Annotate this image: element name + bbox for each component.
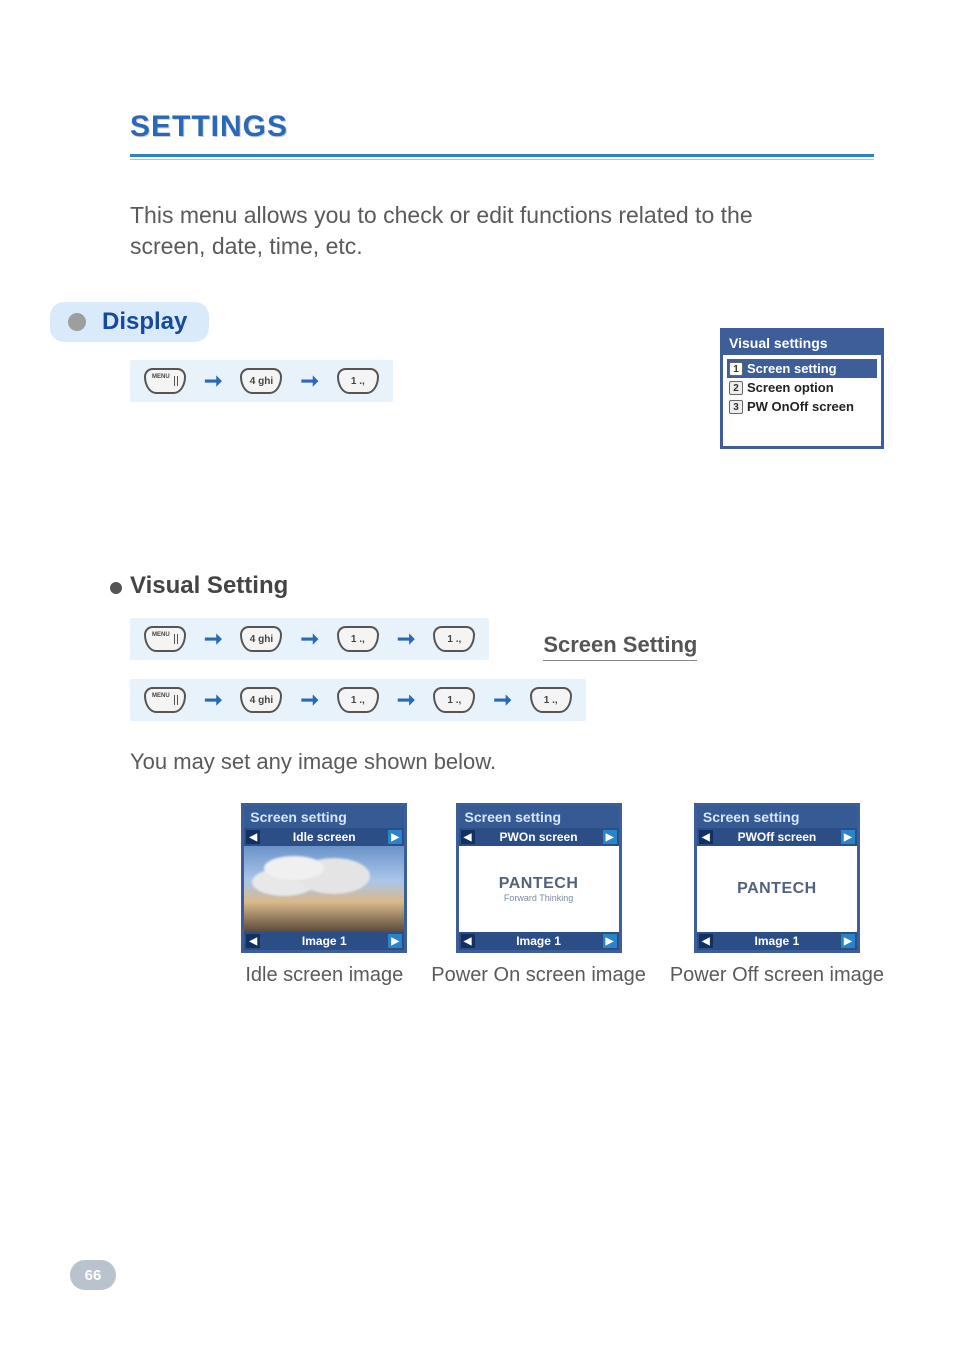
tile-caption: Idle screen image [245, 963, 403, 988]
menu-item-label: Screen setting [747, 361, 837, 376]
menu-number-badge: 1 [729, 362, 743, 376]
bullet-dot-icon [68, 313, 86, 331]
key-menu [144, 368, 186, 394]
tile-image-preview: PANTECH Forward Thinking [459, 846, 619, 932]
page-title: SETTINGS [130, 110, 874, 144]
menu-item-label: PW OnOff screen [747, 399, 854, 414]
arrow-right-icon: ➞ [204, 368, 222, 394]
menu-item-label: Screen option [747, 380, 834, 395]
title-rule [130, 154, 874, 157]
subsection-heading-visual-setting: Visual Setting [130, 572, 288, 599]
key-4: 4 ghi [240, 368, 282, 394]
chevron-right-icon[interactable]: ▶ [603, 830, 617, 844]
menu-number-badge: 2 [729, 381, 743, 395]
key-4: 4 ghi [240, 687, 282, 713]
chevron-right-icon[interactable]: ▶ [841, 934, 855, 948]
body-text: You may set any image shown below. [130, 749, 874, 775]
page-number: 66 [70, 1260, 116, 1290]
tile-tab-label: PWOff screen [738, 830, 817, 844]
tile-caption: Power On screen image [431, 963, 646, 988]
intro-text: This menu allows you to check or edit fu… [130, 200, 810, 262]
arrow-right-icon: ➞ [397, 687, 415, 713]
key-menu [144, 626, 186, 652]
bullet-dot-icon [110, 582, 122, 594]
arrow-right-icon: ➞ [300, 687, 318, 713]
arrow-right-icon: ➞ [493, 687, 511, 713]
chevron-left-icon[interactable]: ◀ [699, 934, 713, 948]
key-1: 1 ., [337, 368, 379, 394]
brand-tagline: Forward Thinking [499, 893, 579, 903]
tile-footer-label: Image 1 [302, 934, 347, 948]
key-1: 1 ., [433, 626, 475, 652]
tile-tab-label: PWOn screen [500, 830, 578, 844]
arrow-right-icon: ➞ [397, 626, 415, 652]
phone-menu-item[interactable]: 2 Screen option [727, 378, 877, 397]
chevron-left-icon[interactable]: ◀ [699, 830, 713, 844]
key-sequence-screen-setting: ➞ 4 ghi ➞ 1 ., ➞ 1 ., ➞ 1 ., [130, 679, 586, 721]
key-1: 1 ., [337, 687, 379, 713]
chevron-left-icon[interactable]: ◀ [246, 830, 260, 844]
key-1: 1 ., [433, 687, 475, 713]
screenshot-tile-pwon: Screen setting ◀ PWOn screen ▶ PANTECH F… [431, 803, 646, 988]
tile-image-preview [244, 846, 404, 932]
phone-menu-item[interactable]: 1 Screen setting [727, 359, 877, 378]
chevron-right-icon[interactable]: ▶ [603, 934, 617, 948]
screenshot-tile-idle: Screen setting ◀ Idle screen ▶ ◀ Image 1… [241, 803, 407, 988]
phone-menu-item[interactable]: 3 PW OnOff screen [727, 397, 877, 416]
key-sequence-display: ➞ 4 ghi ➞ 1 ., [130, 360, 393, 402]
phone-screenshot-visual-settings: Visual settings 1 Screen setting 2 Scree… [720, 328, 884, 449]
screenshot-tile-pwoff: Screen setting ◀ PWOff screen ▶ PANTECH … [670, 803, 884, 988]
arrow-right-icon: ➞ [204, 687, 222, 713]
subsubsection-heading-screen-setting: Screen Setting [543, 632, 697, 661]
tile-caption: Power Off screen image [670, 963, 884, 988]
key-1: 1 ., [337, 626, 379, 652]
key-menu [144, 687, 186, 713]
brand-logo-text: PANTECH [499, 875, 579, 893]
chevron-right-icon[interactable]: ▶ [388, 934, 402, 948]
arrow-right-icon: ➞ [300, 626, 318, 652]
brand-logo-text: PANTECH [737, 880, 817, 898]
chevron-left-icon[interactable]: ◀ [461, 934, 475, 948]
menu-number-badge: 3 [729, 400, 743, 414]
section-heading-label: Display [102, 308, 187, 335]
tile-title: Screen setting [459, 806, 619, 828]
arrow-right-icon: ➞ [204, 626, 222, 652]
tile-footer-label: Image 1 [516, 934, 561, 948]
key-1: 1 ., [530, 687, 572, 713]
chevron-left-icon[interactable]: ◀ [246, 934, 260, 948]
section-heading-display: Display [50, 302, 209, 342]
phone-menu-list: 1 Screen setting 2 Screen option 3 PW On… [723, 355, 881, 446]
phone-title: Visual settings [723, 331, 881, 355]
chevron-right-icon[interactable]: ▶ [841, 830, 855, 844]
key-4: 4 ghi [240, 626, 282, 652]
chevron-right-icon[interactable]: ▶ [388, 830, 402, 844]
tile-image-preview: PANTECH [697, 846, 857, 932]
arrow-right-icon: ➞ [300, 368, 318, 394]
tile-title: Screen setting [244, 806, 404, 828]
tile-title: Screen setting [697, 806, 857, 828]
title-rule-thin [130, 159, 874, 160]
tile-footer-label: Image 1 [755, 934, 800, 948]
chevron-left-icon[interactable]: ◀ [461, 830, 475, 844]
key-sequence-visual-setting: ➞ 4 ghi ➞ 1 ., ➞ 1 ., [130, 618, 489, 660]
tile-tab-label: Idle screen [293, 830, 356, 844]
